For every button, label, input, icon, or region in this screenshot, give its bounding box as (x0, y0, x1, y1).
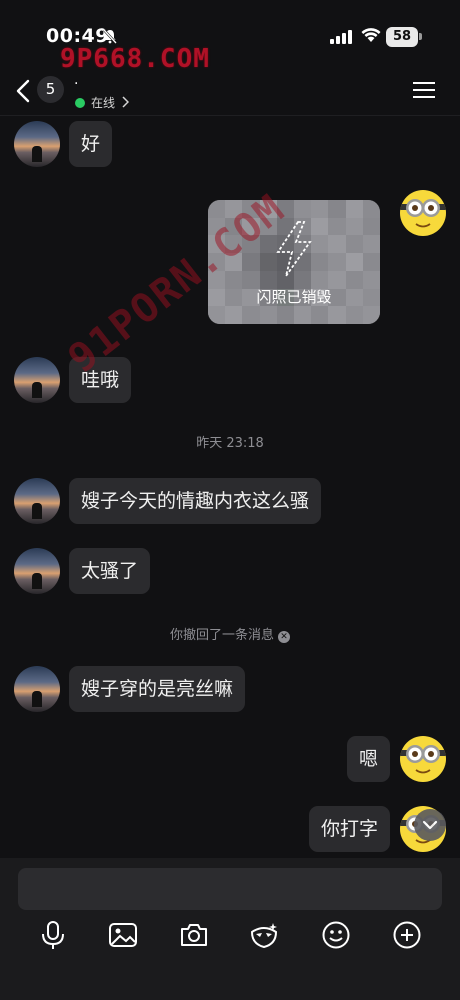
microphone-icon[interactable] (38, 920, 68, 950)
contact-avatar[interactable] (14, 548, 60, 594)
contact-avatar[interactable] (14, 478, 60, 524)
online-status-dot (75, 98, 85, 108)
face-mask-icon[interactable] (249, 920, 279, 950)
camera-icon[interactable] (179, 920, 209, 950)
online-status-text[interactable]: 在线 (91, 94, 115, 111)
wifi-icon (361, 28, 381, 42)
contact-avatar[interactable] (14, 666, 60, 712)
flash-photo-destroyed[interactable]: 闪照已销毁 (208, 200, 380, 324)
bell-muted-icon (103, 29, 117, 44)
cellular-signal-icon (330, 30, 352, 44)
message-bubble-incoming[interactable]: 嫂子穿的是亮丝嘛 (69, 666, 246, 712)
message-bubble-incoming[interactable]: 哇哦 (69, 357, 132, 403)
emoji-icon[interactable] (321, 920, 351, 950)
scroll-to-bottom-button[interactable] (414, 809, 446, 841)
message-bubble-incoming[interactable]: 好 (69, 121, 113, 167)
input-area (0, 858, 460, 1000)
lightning-icon (276, 221, 312, 277)
battery-indicator: 58 (386, 27, 418, 47)
contact-avatar[interactable] (14, 357, 60, 403)
recall-notice-text: 你撤回了一条消息 (169, 628, 274, 643)
chevron-down-icon (422, 820, 438, 830)
chat-header: 5 · 在线 (0, 70, 460, 116)
contact-name[interactable]: · (74, 76, 78, 92)
battery-tip (419, 33, 422, 40)
flash-photo-label: 闪照已销毁 (256, 288, 332, 306)
close-icon[interactable]: ✕ (278, 631, 290, 643)
my-avatar[interactable] (400, 736, 446, 782)
message-bubble-incoming[interactable]: 嫂子今天的情趣内衣这么骚 (69, 478, 322, 524)
message-input[interactable] (18, 868, 442, 910)
unread-count-badge[interactable]: 5 (37, 76, 64, 103)
image-icon[interactable] (108, 920, 138, 950)
my-avatar[interactable] (400, 190, 446, 236)
minion-avatar-icon (400, 745, 446, 774)
back-arrow-icon[interactable] (14, 78, 34, 104)
message-bubble-outgoing[interactable]: 嗯 (346, 736, 390, 782)
message-timestamp: 昨天 23:18 (196, 436, 264, 451)
minion-avatar-icon (400, 199, 446, 228)
message-bubble-outgoing[interactable]: 你打字 (308, 806, 390, 852)
plus-icon[interactable] (392, 920, 422, 950)
status-bar: 00:49 58 9P668.COM (0, 0, 460, 74)
contact-avatar[interactable] (14, 121, 60, 167)
chat-message-list[interactable]: 好 闪照已销毁 哇哦 昨天 23:18 嫂子今天的情趣内衣这么骚 太骚了 你撤回… (0, 116, 460, 858)
recall-notice: 你撤回了一条消息 ✕ (0, 624, 460, 643)
chevron-right-icon[interactable] (121, 96, 129, 108)
menu-icon[interactable] (413, 81, 435, 99)
message-bubble-incoming[interactable]: 太骚了 (69, 548, 151, 594)
